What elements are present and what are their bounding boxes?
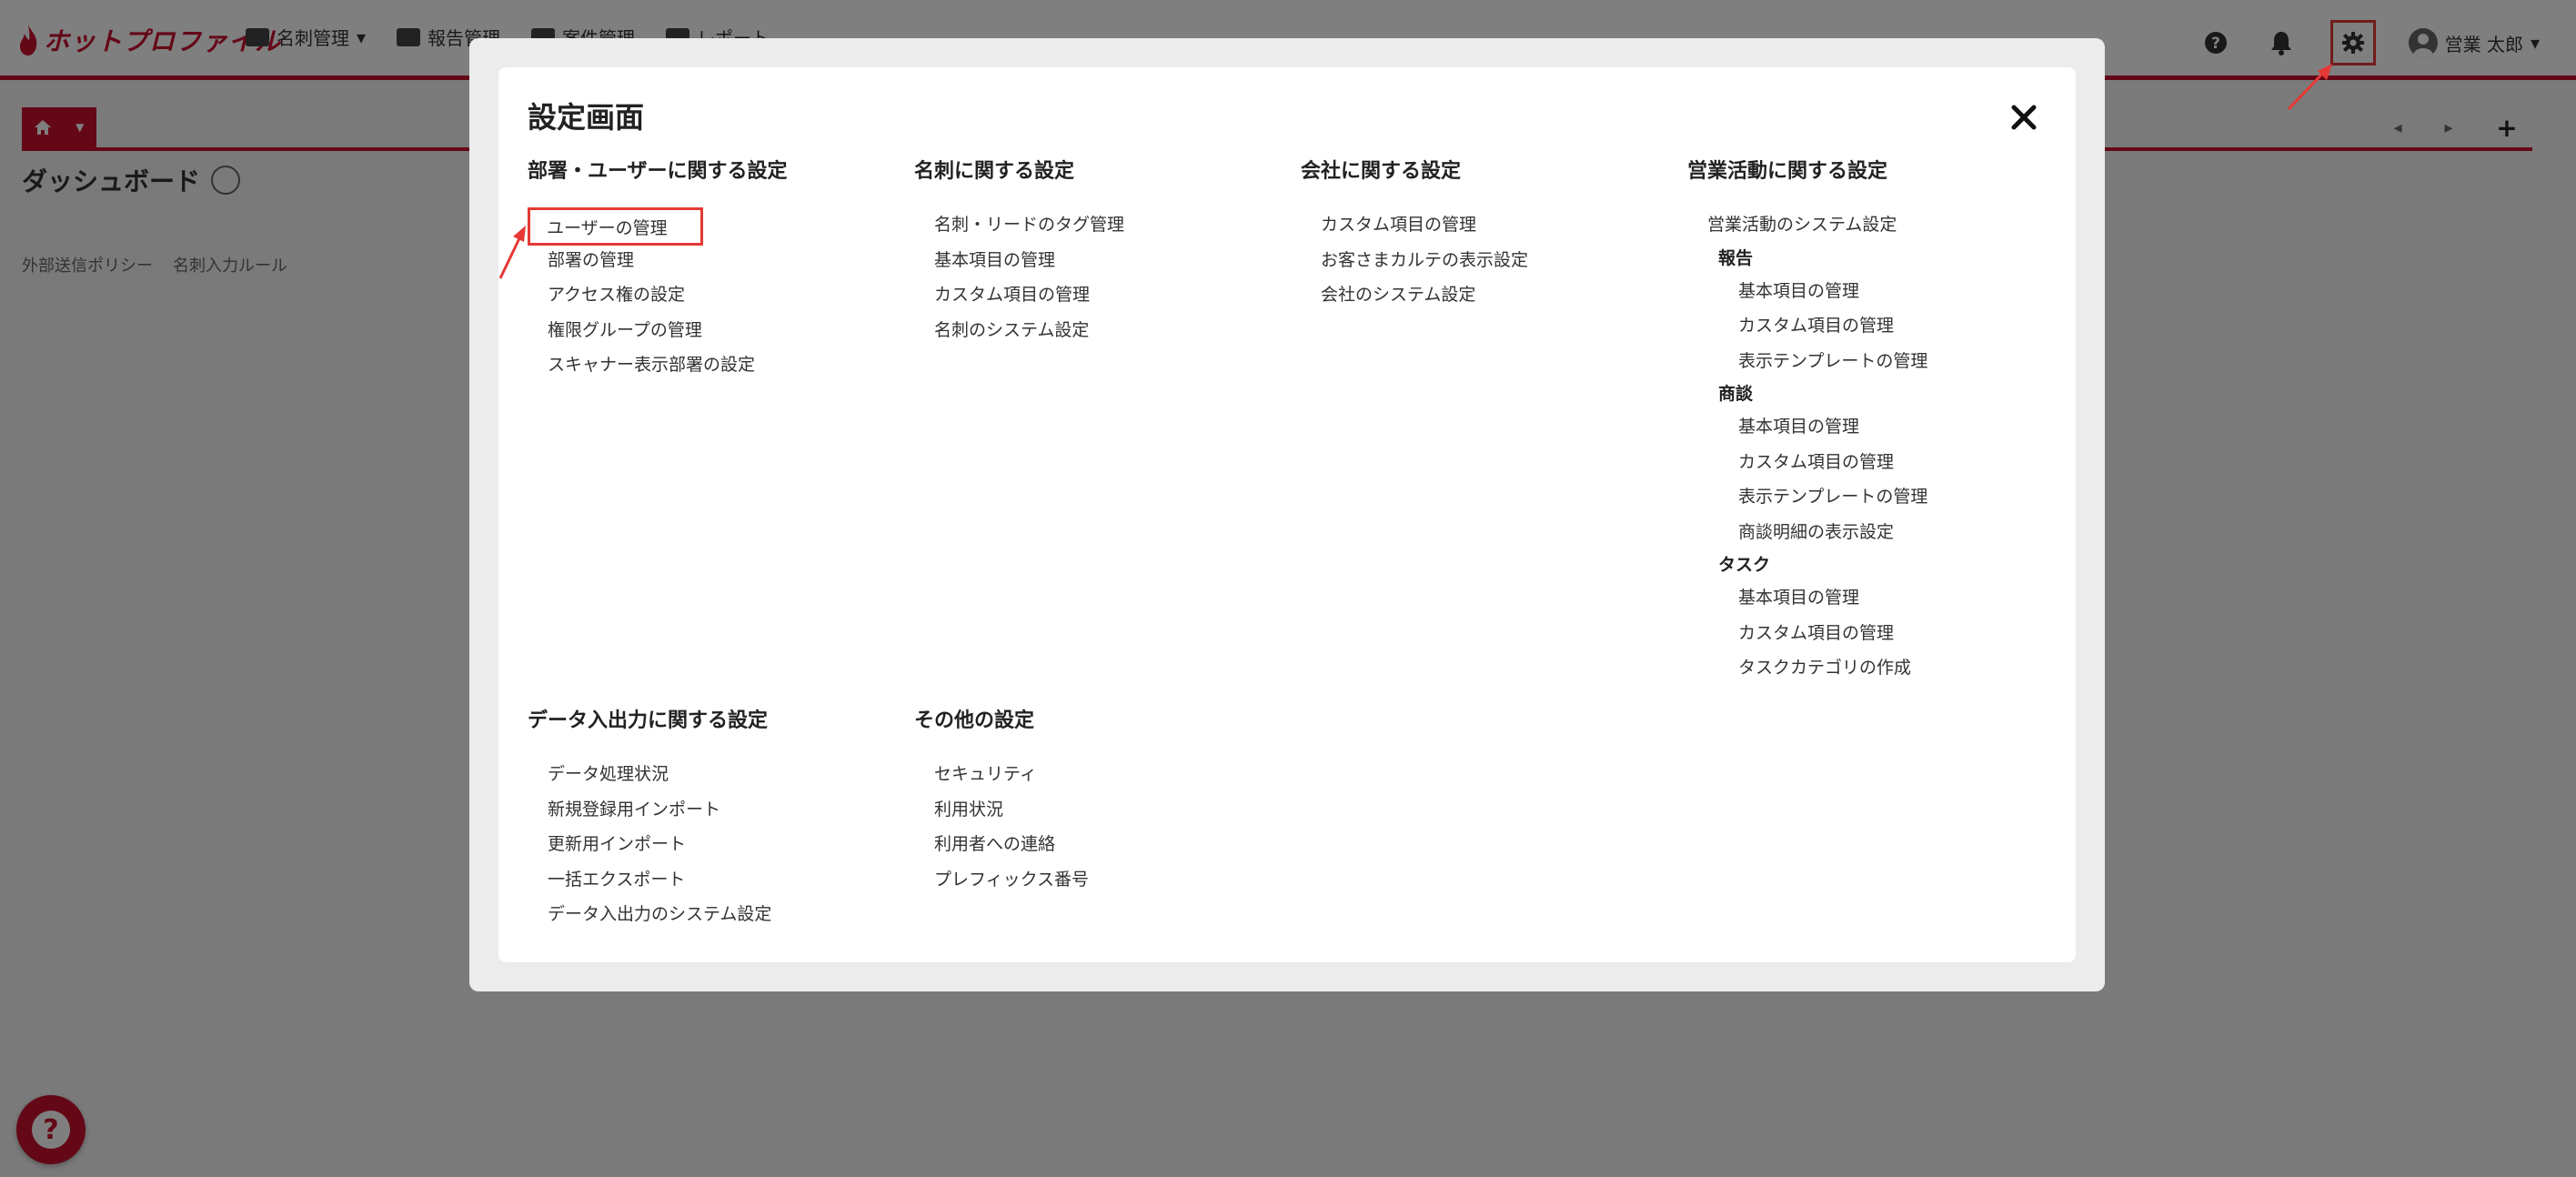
link-access-settings[interactable]: アクセス権の設定 xyxy=(528,277,891,313)
annotation-arrow-settings xyxy=(2287,64,2332,111)
modal-title: 設定画面 xyxy=(528,100,645,135)
link-deal-templates[interactable]: 表示テンプレートの管理 xyxy=(1687,479,2051,515)
annotation-arrow-user-management xyxy=(498,226,526,279)
link-tag-management[interactable]: 名刺・リードのタグ管理 xyxy=(914,207,1278,243)
link-card-system-settings[interactable]: 名刺のシステム設定 xyxy=(914,313,1278,348)
link-task-category-create[interactable]: タスクカテゴリの作成 xyxy=(1687,650,2051,686)
subsection-title-deal: 商談 xyxy=(1718,384,1754,404)
section-title: 名刺に関する設定 xyxy=(914,160,1075,183)
link-deal-custom-fields[interactable]: カスタム項目の管理 xyxy=(1687,445,2051,480)
link-custom-fields[interactable]: カスタム項目の管理 xyxy=(914,277,1278,313)
link-report-templates[interactable]: 表示テンプレートの管理 xyxy=(1687,344,2051,379)
link-sales-system-settings[interactable]: 営業活動のシステム設定 xyxy=(1687,207,2051,243)
section-title: データ入出力に関する設定 xyxy=(528,709,769,732)
link-user-contact[interactable]: 利用者への連絡 xyxy=(914,827,1278,862)
link-custom-fields[interactable]: カスタム項目の管理 xyxy=(1301,207,1665,243)
link-update-import[interactable]: 更新用インポート xyxy=(528,827,891,862)
link-company-system-settings[interactable]: 会社のシステム設定 xyxy=(1301,277,1665,313)
section-title: 部署・ユーザーに関する設定 xyxy=(528,160,788,183)
link-basic-fields[interactable]: 基本項目の管理 xyxy=(914,243,1278,278)
highlight-box: ユーザーの管理 xyxy=(528,207,703,246)
close-icon[interactable] xyxy=(2008,102,2039,133)
link-prefix-number[interactable]: プレフィックス番号 xyxy=(914,862,1278,898)
section-company: 会社に関する設定 カスタム項目の管理 お客さまカルテの表示設定 会社のシステム設… xyxy=(1301,155,1665,313)
link-new-import[interactable]: 新規登録用インポート xyxy=(528,792,891,828)
section-data-io: データ入出力に関する設定 データ処理状況 新規登録用インポート 更新用インポート… xyxy=(528,704,891,932)
section-business-card: 名刺に関する設定 名刺・リードのタグ管理 基本項目の管理 カスタム項目の管理 名… xyxy=(914,155,1278,347)
link-customer-chart-display[interactable]: お客さまカルテの表示設定 xyxy=(1301,243,1665,278)
link-scanner-departments[interactable]: スキャナー表示部署の設定 xyxy=(528,347,891,383)
subsection-title-task: タスク xyxy=(1718,555,1771,575)
section-department-user: 部署・ユーザーに関する設定 ユーザーの管理 部署の管理 アクセス権の設定 権限グ… xyxy=(528,155,891,383)
section-title: 営業活動に関する設定 xyxy=(1687,160,1888,183)
section-title: その他の設定 xyxy=(914,709,1035,732)
link-task-custom-fields[interactable]: カスタム項目の管理 xyxy=(1687,616,2051,651)
subsection-title-report: 報告 xyxy=(1718,247,1754,268)
link-department-management[interactable]: 部署の管理 xyxy=(528,243,891,278)
link-data-processing-status[interactable]: データ処理状況 xyxy=(528,757,891,792)
link-report-custom-fields[interactable]: カスタム項目の管理 xyxy=(1687,308,2051,344)
section-sales-activity: 営業活動に関する設定 営業活動のシステム設定 報告 基本項目の管理 カスタム項目… xyxy=(1687,155,2051,686)
link-security[interactable]: セキュリティ xyxy=(914,757,1278,792)
link-deal-basic-fields[interactable]: 基本項目の管理 xyxy=(1687,409,2051,445)
section-other: その他の設定 セキュリティ 利用状況 利用者への連絡 プレフィックス番号 xyxy=(914,704,1278,897)
link-deal-detail-display[interactable]: 商談明細の表示設定 xyxy=(1687,515,2051,550)
link-report-basic-fields[interactable]: 基本項目の管理 xyxy=(1687,274,2051,309)
link-task-basic-fields[interactable]: 基本項目の管理 xyxy=(1687,580,2051,616)
section-title: 会社に関する設定 xyxy=(1301,160,1462,183)
link-user-management[interactable]: ユーザーの管理 xyxy=(528,207,891,246)
link-bulk-export[interactable]: 一括エクスポート xyxy=(528,862,891,898)
link-permission-groups[interactable]: 権限グループの管理 xyxy=(528,313,891,348)
link-usage-status[interactable]: 利用状況 xyxy=(914,792,1278,828)
link-data-system-settings[interactable]: データ入出力のシステム設定 xyxy=(528,897,891,932)
settings-modal: 設定画面 部署・ユーザーに関する設定 ユーザーの管理 部署の管理 アクセス権の設… xyxy=(498,67,2076,962)
